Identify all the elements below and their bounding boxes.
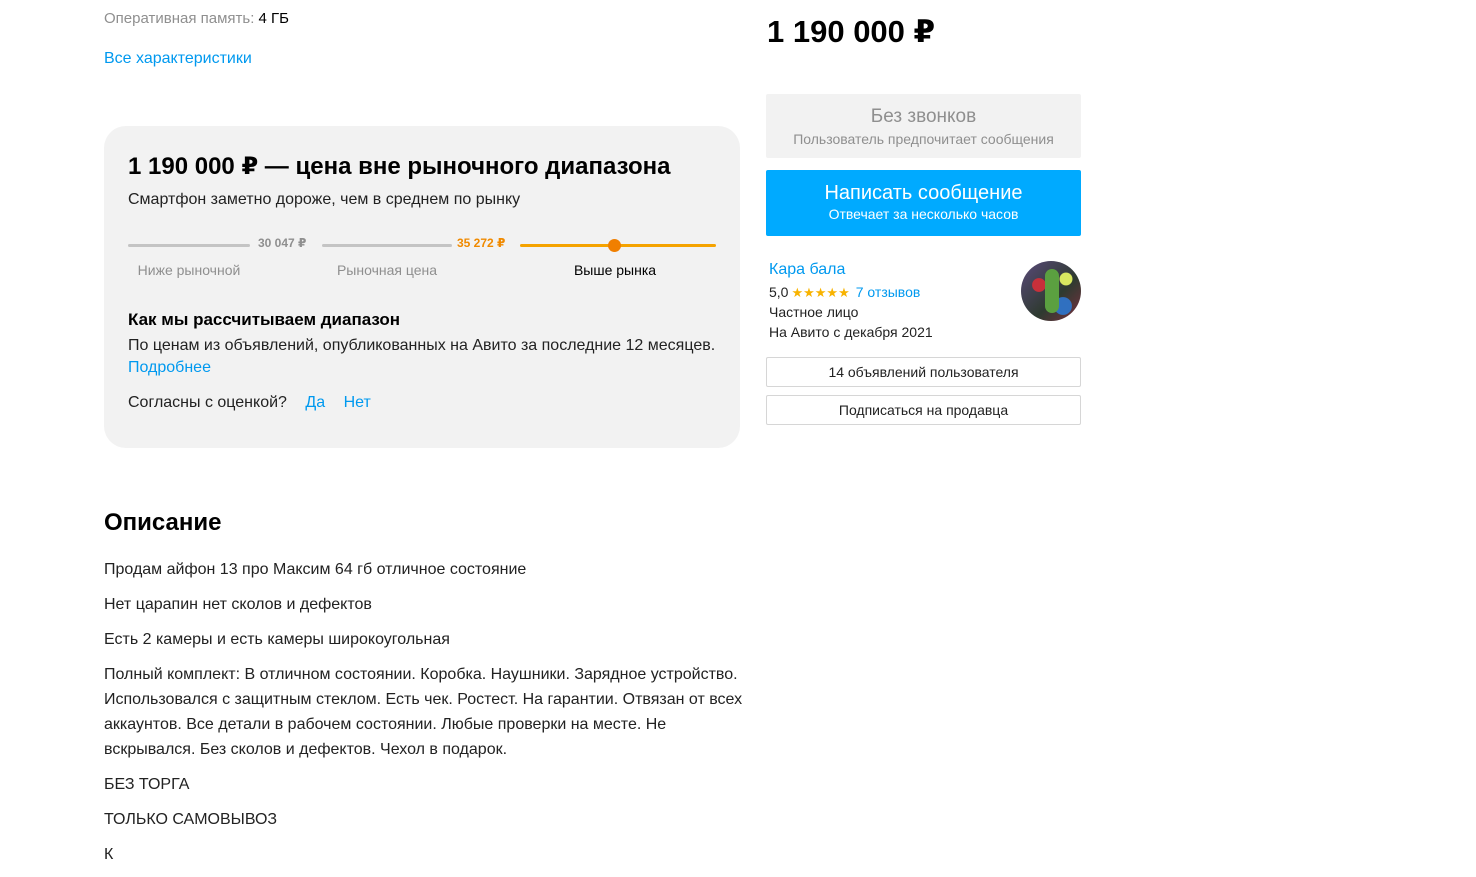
description-title: Описание bbox=[104, 509, 222, 536]
description-paragraph: Полный комплект: В отличном состоянии. К… bbox=[104, 666, 743, 758]
reviews-link[interactable]: 7 отзывов bbox=[856, 284, 921, 300]
range-method-title: Как мы рассчитываем диапазон bbox=[128, 310, 401, 329]
zone-above-label: Выше рынка bbox=[573, 262, 657, 278]
subscribe-seller-button[interactable]: Подписаться на продавца bbox=[766, 395, 1081, 425]
no-calls-title: Без звонков bbox=[870, 106, 977, 127]
avatar-image bbox=[1045, 269, 1059, 313]
write-message-button[interactable]: Написать сообщение Отвечает за несколько… bbox=[766, 170, 1081, 236]
agree-prompt: Согласны с оценкой? Да Нет bbox=[128, 394, 371, 412]
agree-no-link[interactable]: Нет bbox=[344, 394, 371, 411]
seller-since: На Авито с декабря 2021 bbox=[769, 324, 933, 340]
spec-value: 4 ГБ bbox=[258, 10, 290, 27]
response-time-label: Отвечает за несколько часов bbox=[828, 206, 1019, 222]
no-calls-notice: Без звонков Пользователь предпочитает со… bbox=[766, 94, 1081, 158]
agree-question: Согласны с оценкой? bbox=[128, 394, 287, 411]
description-paragraph: К bbox=[104, 846, 114, 863]
seller-rating: 5,0 ★★★★★ 7 отзывов bbox=[769, 284, 920, 301]
price-estimate-subtitle: Смартфон заметно дороже, чем в среднем п… bbox=[128, 191, 521, 208]
scale-segment-market bbox=[322, 244, 452, 247]
range-more-link[interactable]: Подробнее bbox=[128, 357, 211, 379]
price-range-scale: 30 047 ₽ 35 272 ₽ Ниже рыночной Рыночная… bbox=[128, 234, 716, 278]
spec-label: Оперативная память: bbox=[104, 10, 255, 27]
price-estimate-card: 1 190 000 ₽ — цена вне рыночного диапазо… bbox=[104, 126, 740, 448]
price-marker-dot bbox=[608, 239, 621, 252]
no-calls-subtitle: Пользователь предпочитает сообщения bbox=[793, 131, 1054, 147]
scale-tick-low: 30 047 ₽ bbox=[258, 236, 307, 250]
description-paragraph: Есть 2 камеры и есть камеры широкоугольн… bbox=[104, 631, 450, 648]
description-paragraph: ТОЛЬКО САМОВЫВОЗ bbox=[104, 811, 278, 828]
seller-name-link[interactable]: Кара бала bbox=[769, 261, 845, 279]
range-method-text: По ценам из объявлений, опубликованных н… bbox=[128, 337, 716, 354]
rating-value: 5,0 bbox=[769, 284, 789, 300]
all-specs-link[interactable]: Все характеристики bbox=[104, 50, 252, 68]
agree-yes-link[interactable]: Да bbox=[305, 394, 325, 411]
description-paragraph: Продам айфон 13 про Максим 64 гб отлично… bbox=[104, 561, 527, 578]
zone-below-label: Ниже рыночной bbox=[137, 262, 241, 278]
zone-market-label: Рыночная цена bbox=[336, 262, 438, 278]
price-estimate-title: 1 190 000 ₽ — цена вне рыночного диапазо… bbox=[128, 153, 671, 180]
seller-listings-button[interactable]: 14 объявлений пользователя bbox=[766, 357, 1081, 387]
scale-segment-below bbox=[128, 244, 250, 247]
spec-ram: Оперативная память: 4 ГБ bbox=[104, 10, 289, 27]
scale-tick-high: 35 272 ₽ bbox=[457, 236, 506, 250]
description-body: Продам айфон 13 про Максим 64 гб отлично… bbox=[104, 557, 744, 877]
listing-price: 1 190 000 ₽ bbox=[767, 14, 936, 49]
description-paragraph: БЕЗ ТОРГА bbox=[104, 776, 190, 793]
description-paragraph: Нет царапин нет сколов и дефектов bbox=[104, 596, 372, 613]
seller-type: Частное лицо bbox=[769, 304, 859, 320]
write-message-label: Написать сообщение bbox=[824, 182, 1023, 204]
seller-avatar[interactable] bbox=[1021, 261, 1081, 321]
rating-stars-icon: ★★★★★ bbox=[791, 285, 850, 300]
